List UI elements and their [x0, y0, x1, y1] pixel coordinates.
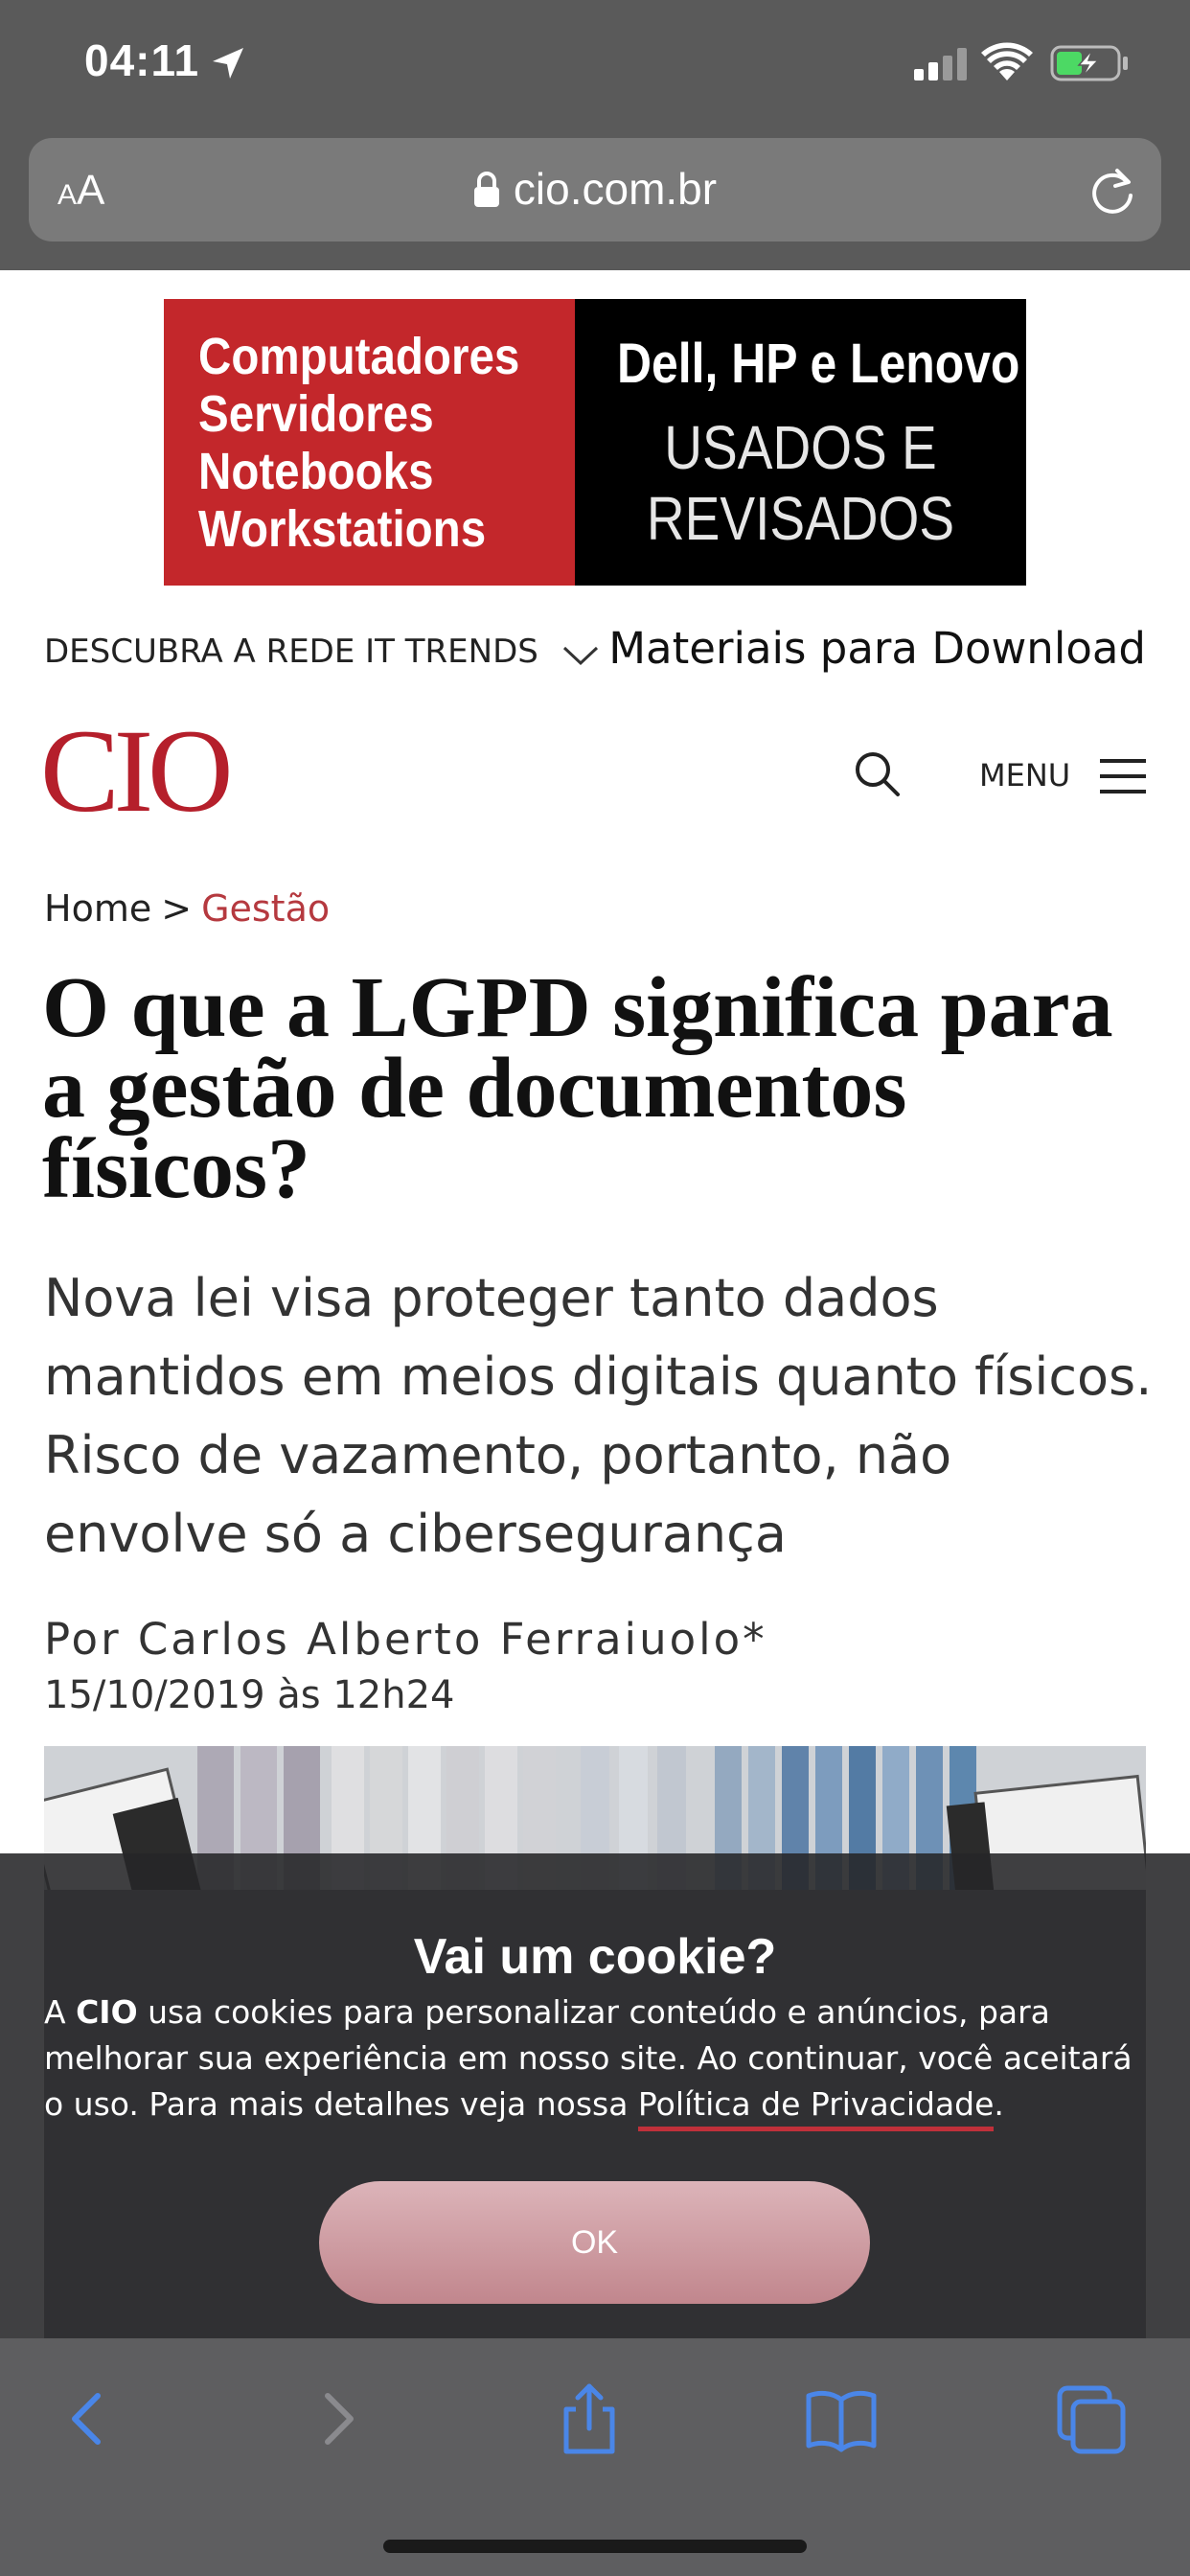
breadcrumb-home[interactable]: Home: [44, 887, 151, 930]
menu-button-label[interactable]: MENU: [979, 757, 1070, 794]
forward-icon[interactable]: [299, 2380, 376, 2457]
cookie-period: .: [994, 2085, 1004, 2123]
ad-line: Servidores: [198, 385, 434, 443]
article-date: 15/10/2019 às 12h24: [44, 1673, 455, 1717]
ad-line: Notebooks: [198, 443, 434, 500]
tabs-icon[interactable]: [1054, 2380, 1131, 2457]
search-icon[interactable]: [853, 749, 901, 797]
article-dek: Nova lei visa proteger tanto dados manti…: [44, 1268, 1153, 1564]
location-arrow-icon: [213, 48, 243, 79]
cellular-signal-icon: [914, 48, 967, 80]
home-indicator: [383, 2540, 807, 2553]
back-icon[interactable]: [50, 2380, 126, 2457]
downloads-link[interactable]: Materiais para Download: [608, 623, 1146, 674]
ad-banner[interactable]: Computadores Servidores Notebooks Workst…: [164, 299, 1026, 586]
status-bar: 04:11: [0, 0, 1190, 134]
reload-icon[interactable]: [1088, 167, 1136, 217]
cio-logo[interactable]: CIO: [40, 712, 234, 831]
url-display[interactable]: cio.com.br: [29, 163, 1161, 215]
status-time: 04:11: [84, 35, 200, 85]
hamburger-menu-icon[interactable]: [1100, 757, 1146, 795]
breadcrumb: Home > Gestão: [44, 887, 330, 930]
cookie-message: A CIO usa cookies para personalizar cont…: [44, 1990, 1146, 2131]
cookie-text-before: A: [44, 1993, 66, 2031]
cookie-ok-button[interactable]: OK: [319, 2181, 870, 2304]
breadcrumb-separator: >: [161, 887, 193, 930]
ad-left-panel: Computadores Servidores Notebooks Workst…: [164, 299, 575, 586]
ad-line: Workstations: [198, 500, 487, 558]
share-icon[interactable]: [551, 2380, 628, 2457]
cookie-brand: CIO: [76, 1993, 138, 2031]
cookie-consent-banner: Vai um cookie? A CIO usa cookies para pe…: [0, 1853, 1190, 2338]
article-headline: O que a LGPD significa para a gestão de …: [42, 960, 1113, 1216]
browser-chrome: AA cio.com.br: [0, 134, 1190, 270]
chevron-down-icon[interactable]: [561, 644, 600, 667]
privacy-policy-link[interactable]: Política de Privacidade: [637, 2085, 995, 2131]
url-text: cio.com.br: [513, 164, 718, 214]
browser-toolbar: [0, 2338, 1190, 2576]
bookmarks-icon[interactable]: [803, 2380, 880, 2457]
ad-line: Computadores: [198, 328, 520, 385]
ad-right-panel: Dell, HP e Lenovo USADOS E REVISADOS: [575, 299, 1026, 586]
ad-subtitle: USADOS E REVISADOS: [606, 412, 995, 554]
ad-subtitle-line: USADOS E: [664, 413, 937, 482]
address-bar[interactable]: AA cio.com.br: [29, 138, 1161, 242]
ad-brands-title: Dell, HP e Lenovo: [617, 333, 1020, 395]
cookie-title: Vai um cookie?: [413, 1929, 777, 1985]
network-bar: DESCUBRA A REDE IT TRENDS Materiais para…: [44, 623, 1146, 680]
battery-charging-icon: [1050, 45, 1128, 81]
breadcrumb-current[interactable]: Gestão: [201, 887, 330, 930]
lock-icon: [473, 172, 499, 207]
ad-subtitle-line: REVISADOS: [646, 484, 955, 553]
article-byline: Por Carlos Alberto Ferraiuolo*: [44, 1614, 767, 1665]
wifi-icon: [981, 42, 1033, 80]
network-dropdown-label[interactable]: DESCUBRA A REDE IT TRENDS: [44, 632, 538, 671]
